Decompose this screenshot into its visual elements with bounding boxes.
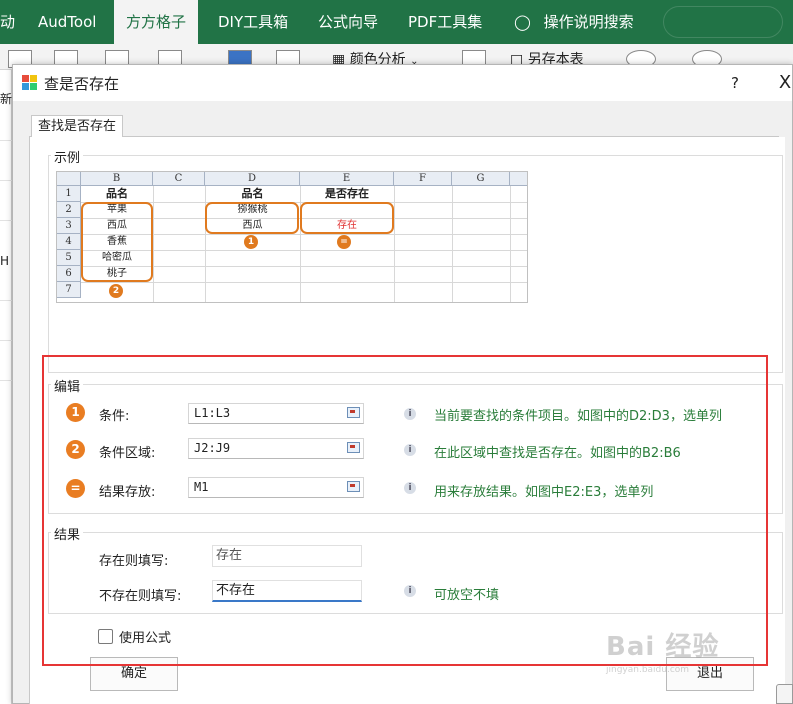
tab-find-exists[interactable]: 查找是否存在 <box>31 115 124 138</box>
example-row-2: 2 <box>57 202 81 218</box>
help-button[interactable]: ? <box>723 71 747 95</box>
example-row-5: 5 <box>57 250 81 266</box>
select-all-corner <box>57 172 81 186</box>
tab-pdf-tools[interactable]: PDF工具集 <box>408 0 482 44</box>
example-b-header: 品名 <box>106 187 128 200</box>
example-row-1: 1 <box>57 186 81 202</box>
example-highlight-b <box>81 202 153 282</box>
example-e-header: 是否存在 <box>325 187 369 200</box>
close-button[interactable]: X <box>773 71 793 95</box>
tab-partial[interactable]: 动 <box>0 0 15 44</box>
example-marker-1: 1 <box>244 235 258 249</box>
baidu-watermark: Bai 经验 jingyan.baidu.com <box>606 626 766 686</box>
example-marker-equals: = <box>337 235 351 249</box>
example-group-label: 示例 <box>51 147 84 166</box>
worksheet-edge: 新 H <box>0 70 12 704</box>
example-highlight-d <box>205 202 299 234</box>
dialog-titlebar: 查是否存在 ? X <box>13 65 792 101</box>
ribbon-decoration <box>663 6 783 38</box>
example-d-header: 品名 <box>241 187 264 200</box>
example-row-6: 6 <box>57 266 81 282</box>
example-highlight-e <box>300 202 394 234</box>
example-col-b: B <box>81 172 153 186</box>
example-sheet-image: B C D E F G 1 2 3 4 5 6 7 品名 苹果 西瓜 香蕉 哈密… <box>56 171 528 303</box>
watermark-logo-text: Bai 经验 <box>606 632 720 662</box>
sheet-partial-label-1: 新 <box>0 92 13 106</box>
watermark-url: jingyan.baidu.com <box>606 665 690 675</box>
example-col-e: E <box>300 172 394 186</box>
app-icon <box>22 75 38 91</box>
ribbon-tab-bar: 动 AudTool 方方格子 DIY工具箱 公式向导 PDF工具集 ◯ 操作说明… <box>0 0 793 44</box>
example-col-f: F <box>394 172 452 186</box>
lightbulb-icon: ◯ <box>514 13 531 31</box>
tell-me-label: 操作说明搜索 <box>543 13 634 31</box>
example-col-c: C <box>153 172 205 186</box>
example-row-7: 7 <box>57 282 81 298</box>
dialog-tab-strip: 查找是否存在 <box>29 115 779 138</box>
scrollbar-handle[interactable] <box>776 684 793 704</box>
tab-diy-toolbox[interactable]: DIY工具箱 <box>218 0 288 44</box>
tab-formula-wizard[interactable]: 公式向导 <box>318 0 378 44</box>
sheet-partial-label-2: H <box>0 254 10 268</box>
tell-me-search[interactable]: ◯ 操作说明搜索 <box>514 0 634 44</box>
example-row-4: 4 <box>57 234 81 250</box>
example-col-g: G <box>452 172 510 186</box>
example-marker-2: 2 <box>109 284 123 298</box>
dialog-title: 查是否存在 <box>44 75 120 93</box>
highlight-box <box>42 355 768 666</box>
tab-audtool[interactable]: AudTool <box>38 0 96 44</box>
example-row-3: 3 <box>57 218 81 234</box>
tab-fangfanggezi[interactable]: 方方格子 <box>114 0 199 44</box>
example-col-d: D <box>205 172 300 186</box>
